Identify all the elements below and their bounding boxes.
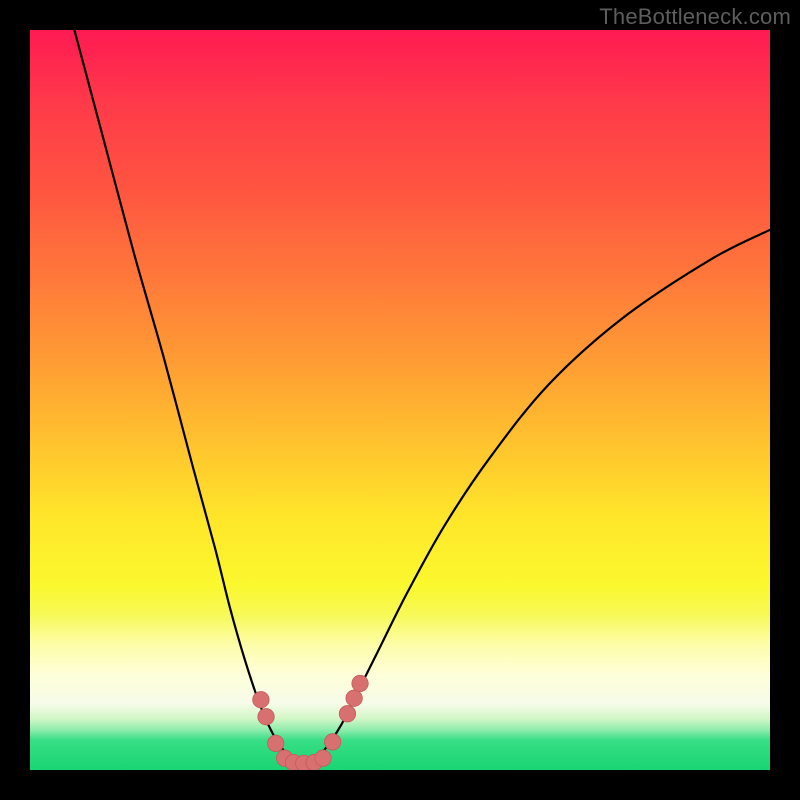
valley-marker bbox=[339, 706, 355, 722]
curve-layer bbox=[30, 30, 770, 770]
bottleneck-curve bbox=[74, 30, 770, 763]
valley-marker bbox=[258, 709, 274, 725]
valley-marker bbox=[352, 675, 368, 691]
watermark-text: TheBottleneck.com bbox=[599, 4, 791, 30]
chart-frame: TheBottleneck.com bbox=[0, 0, 800, 800]
valley-marker bbox=[346, 690, 362, 706]
valley-markers bbox=[253, 675, 369, 770]
valley-marker bbox=[315, 750, 331, 766]
valley-marker bbox=[324, 734, 340, 750]
valley-marker bbox=[253, 692, 269, 708]
plot-area bbox=[30, 30, 770, 770]
valley-marker bbox=[267, 735, 283, 751]
